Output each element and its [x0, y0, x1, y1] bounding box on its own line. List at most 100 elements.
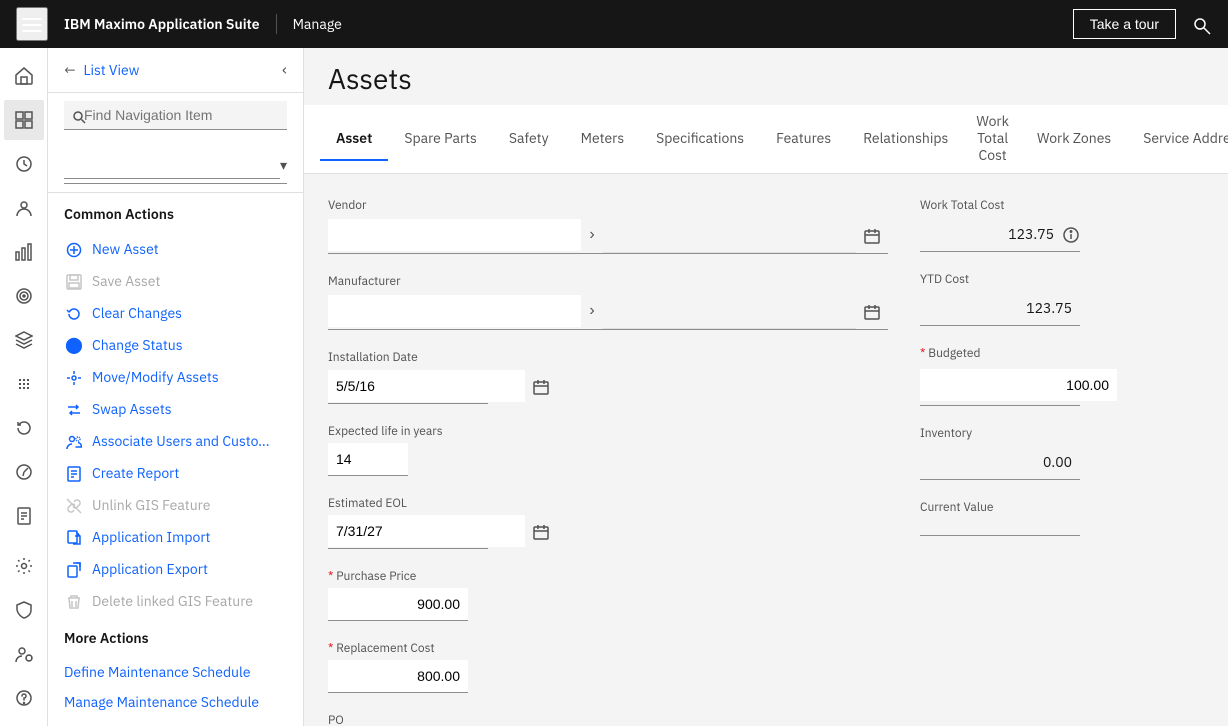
report-doc-icon — [64, 463, 84, 483]
form-content: Vendor › — [304, 174, 1228, 726]
ytd-cost-value: 123.75 — [920, 295, 1080, 321]
brand-name: IBM Maximo Application Suite — [64, 15, 260, 33]
estimated-eol-label: Estimated EOL — [328, 496, 888, 511]
vendor-field-group: Vendor › — [328, 198, 888, 254]
create-report-action[interactable]: Create Report — [64, 457, 287, 489]
installation-date-calendar-button[interactable] — [525, 369, 557, 402]
collapse-panel-icon[interactable]: ‹ — [282, 60, 287, 80]
info-icon[interactable] — [1062, 224, 1080, 244]
list-view-link[interactable]: List View — [83, 61, 139, 79]
vendor-calendar-button[interactable] — [856, 219, 888, 252]
manage-maintenance-action[interactable]: Manage Maintenance Schedule — [64, 687, 287, 717]
current-value-label: Current Value — [920, 500, 1080, 515]
work-total-cost-label: Work Total Cost — [920, 198, 1080, 213]
replacement-cost-group: Replacement Cost 800.00 — [328, 641, 888, 693]
tab-specifications[interactable]: Specifications — [640, 117, 760, 161]
ytd-cost-label: YTD Cost — [920, 272, 1080, 287]
help-icon-btn[interactable] — [4, 678, 44, 718]
installation-date-group: Installation Date 5/5/16 — [328, 350, 888, 403]
page-title: Assets — [328, 60, 1204, 97]
more-actions-section: More Actions Define Maintenance Schedule… — [64, 629, 287, 717]
estimated-eol-input[interactable]: 7/31/27 — [328, 515, 525, 547]
tab-relationships[interactable]: Relationships — [847, 117, 964, 161]
manufacturer-input-row: › — [328, 293, 888, 330]
import-icon — [64, 527, 84, 547]
tab-meters[interactable]: Meters — [565, 117, 641, 161]
current-value-value — [920, 523, 1080, 531]
tab-safety[interactable]: Safety — [493, 117, 565, 161]
swap-assets-action[interactable]: Swap Assets — [64, 393, 287, 425]
add-circle-icon — [64, 239, 84, 259]
unlink-gis-action: Unlink GIS Feature — [64, 489, 287, 521]
home-icon-btn[interactable] — [4, 56, 44, 96]
settings-icon-btn[interactable] — [4, 546, 44, 586]
estimated-eol-group: Estimated EOL 7/31/27 — [328, 496, 888, 549]
vendor-arrow-button[interactable]: › — [581, 218, 602, 252]
manage-maintenance-label: Manage Maintenance Schedule — [64, 693, 259, 711]
delete-gis-action: Delete linked GIS Feature — [64, 585, 287, 617]
refresh-icon-btn[interactable] — [4, 408, 44, 448]
estimated-eol-calendar-button[interactable] — [525, 515, 557, 548]
purchase-price-input[interactable]: 900.00 — [328, 588, 468, 621]
product-name: Manage — [293, 15, 342, 33]
estimated-eol-row: 7/31/27 — [328, 515, 488, 549]
work-total-cost-group: Work Total Cost 123.75 — [920, 198, 1080, 252]
tab-spare-parts[interactable]: Spare Parts — [388, 117, 493, 161]
chart-icon-btn[interactable] — [4, 232, 44, 272]
define-maintenance-label: Define Maintenance Schedule — [64, 663, 251, 681]
manufacturer-field-group: Manufacturer › — [328, 274, 888, 330]
tab-work-zones[interactable]: Work Zones — [1021, 117, 1127, 161]
user-admin-icon-btn[interactable] — [4, 634, 44, 674]
change-status-label: Change Status — [92, 336, 183, 354]
take-tour-button[interactable]: Take a tour — [1073, 9, 1176, 39]
budgeted-input[interactable]: 100.00 — [920, 369, 1117, 401]
sidebar-dropdown-row: ▾ — [48, 138, 303, 193]
navigation-search-input[interactable] — [64, 101, 287, 130]
define-maintenance-action[interactable]: Define Maintenance Schedule — [64, 657, 287, 687]
move-modify-action[interactable]: Move/Modify Assets — [64, 361, 287, 393]
ytd-cost-row: 123.75 — [920, 291, 1080, 326]
tab-work[interactable]: Work Total Cost — [964, 105, 1021, 173]
app-export-action[interactable]: Application Export — [64, 553, 287, 585]
installation-date-input[interactable]: 5/5/16 — [328, 370, 525, 402]
inventory-row: 0.00 — [920, 445, 1080, 480]
global-search-icon[interactable] — [1192, 12, 1212, 35]
analytics-icon-btn[interactable] — [4, 452, 44, 492]
associate-users-action[interactable]: Associate Users and Custo... — [64, 425, 287, 457]
shield-icon-btn[interactable] — [4, 590, 44, 630]
change-status-action[interactable]: ⬤ Change Status — [64, 329, 287, 361]
target-icon-btn[interactable] — [4, 276, 44, 316]
save-asset-label: Save Asset — [92, 272, 160, 290]
history-icon-btn[interactable] — [4, 144, 44, 184]
grid-icon-btn[interactable] — [4, 364, 44, 404]
new-asset-action[interactable]: New Asset — [64, 233, 287, 265]
report-icon-btn[interactable] — [4, 496, 44, 536]
vendor-input[interactable] — [328, 219, 581, 251]
save-icon — [64, 271, 84, 291]
manufacturer-input[interactable] — [328, 295, 581, 327]
app-import-action[interactable]: Application Import — [64, 521, 287, 553]
common-actions-section: Common Actions New Asset — [48, 193, 303, 726]
undo-icon — [64, 303, 84, 323]
apps-icon-btn[interactable] — [4, 100, 44, 140]
more-actions-title: More Actions — [64, 629, 287, 647]
person-icon-btn[interactable] — [4, 188, 44, 228]
clear-changes-action[interactable]: Clear Changes — [64, 297, 287, 329]
left-panel-header: ← List View ‹ — [48, 48, 303, 93]
metrics-panel: Work Total Cost 123.75 YTD Cos — [920, 198, 1080, 702]
budgeted-row: 100.00 — [920, 365, 1080, 406]
inventory-label: Inventory — [920, 426, 1080, 441]
inventory-value: 0.00 — [920, 449, 1080, 475]
layers-icon-btn[interactable] — [4, 320, 44, 360]
installation-date-row: 5/5/16 — [328, 369, 488, 403]
menu-button[interactable] — [16, 7, 48, 40]
tab-service-address[interactable]: Service Address — [1127, 117, 1228, 161]
new-asset-label: New Asset — [92, 240, 159, 258]
tab-features[interactable]: Features — [760, 117, 847, 161]
manufacturer-calendar-button[interactable] — [856, 295, 888, 328]
tab-asset[interactable]: Asset — [320, 117, 388, 161]
manufacturer-arrow-button[interactable]: › — [581, 294, 602, 328]
replacement-cost-input[interactable]: 800.00 — [328, 660, 468, 693]
sidebar-dropdown[interactable] — [64, 150, 280, 179]
expected-life-input[interactable]: 14 — [328, 443, 408, 476]
